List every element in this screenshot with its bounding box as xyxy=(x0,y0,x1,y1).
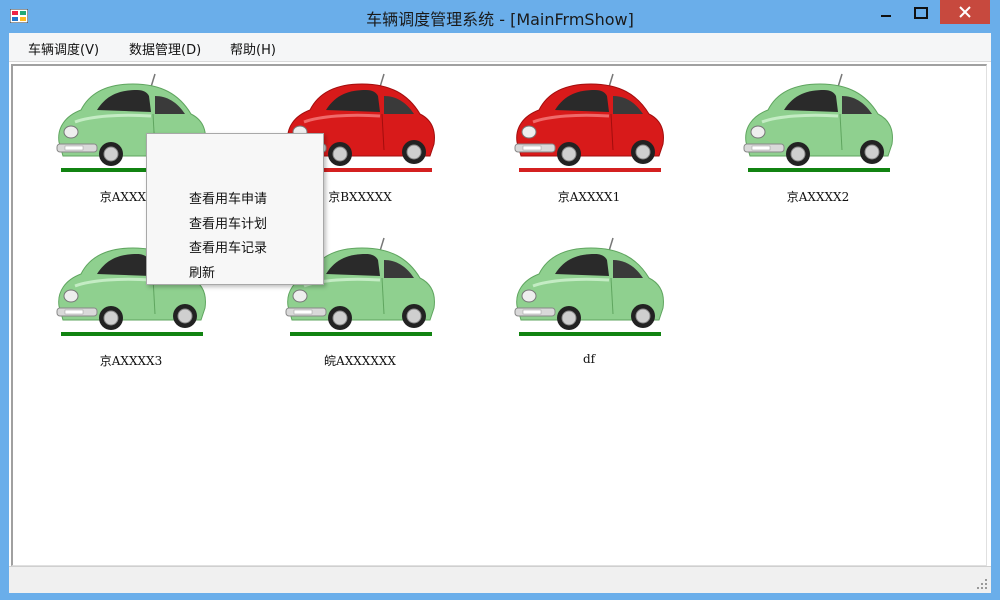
menu-vehicle-dispatch[interactable]: 车辆调度(V) xyxy=(28,39,99,58)
minimize-button[interactable] xyxy=(872,0,900,26)
title-bar[interactable]: 车辆调度管理系统 - [MainFrmShow] xyxy=(0,0,1000,33)
close-button[interactable] xyxy=(940,0,990,24)
resize-grip-icon[interactable] xyxy=(976,578,988,590)
plate-label: 皖AXXXXXX xyxy=(324,354,396,368)
car-icon xyxy=(514,237,664,336)
context-item-view-requests[interactable]: 查看用车申请 xyxy=(189,188,267,207)
car-icon xyxy=(514,73,664,172)
vehicle-card[interactable]: df xyxy=(509,234,669,366)
context-item-view-records[interactable]: 查看用车记录 xyxy=(189,237,267,256)
vehicle-card[interactable]: 京AXXXX1 xyxy=(509,70,669,204)
menu-bar: 车辆调度(V) 数据管理(D) 帮助(H) xyxy=(9,33,991,62)
status-bar xyxy=(9,566,991,593)
window-title: 车辆调度管理系统 - [MainFrmShow] xyxy=(366,10,634,29)
plate-label: 京AXXXX3 xyxy=(99,354,163,368)
vehicle-card[interactable]: 京AXXXX2 xyxy=(738,70,898,204)
maximize-icon xyxy=(914,7,928,19)
context-item-view-plans[interactable]: 查看用车计划 xyxy=(189,213,267,232)
client-area: 车辆调度(V) 数据管理(D) 帮助(H) 京AXXXX1 京BXXXXX 京A… xyxy=(9,33,991,593)
close-icon xyxy=(959,6,971,18)
maximize-button[interactable] xyxy=(904,0,938,26)
minimize-icon xyxy=(881,15,891,17)
menu-help[interactable]: 帮助(H) xyxy=(230,39,276,58)
plate-label: df xyxy=(582,352,596,366)
context-menu: 查看用车申请 查看用车计划 查看用车记录 刷新 xyxy=(146,133,324,285)
main-window: 车辆调度管理系统 - [MainFrmShow] 车辆调度(V) 数据管理(D)… xyxy=(0,0,1000,600)
menu-data-management[interactable]: 数据管理(D) xyxy=(129,39,201,58)
context-item-refresh[interactable]: 刷新 xyxy=(189,262,215,281)
car-icon xyxy=(743,73,893,172)
plate-label: 京AXXXX2 xyxy=(786,190,850,204)
plate-label: 京AXXXX1 xyxy=(557,190,621,204)
